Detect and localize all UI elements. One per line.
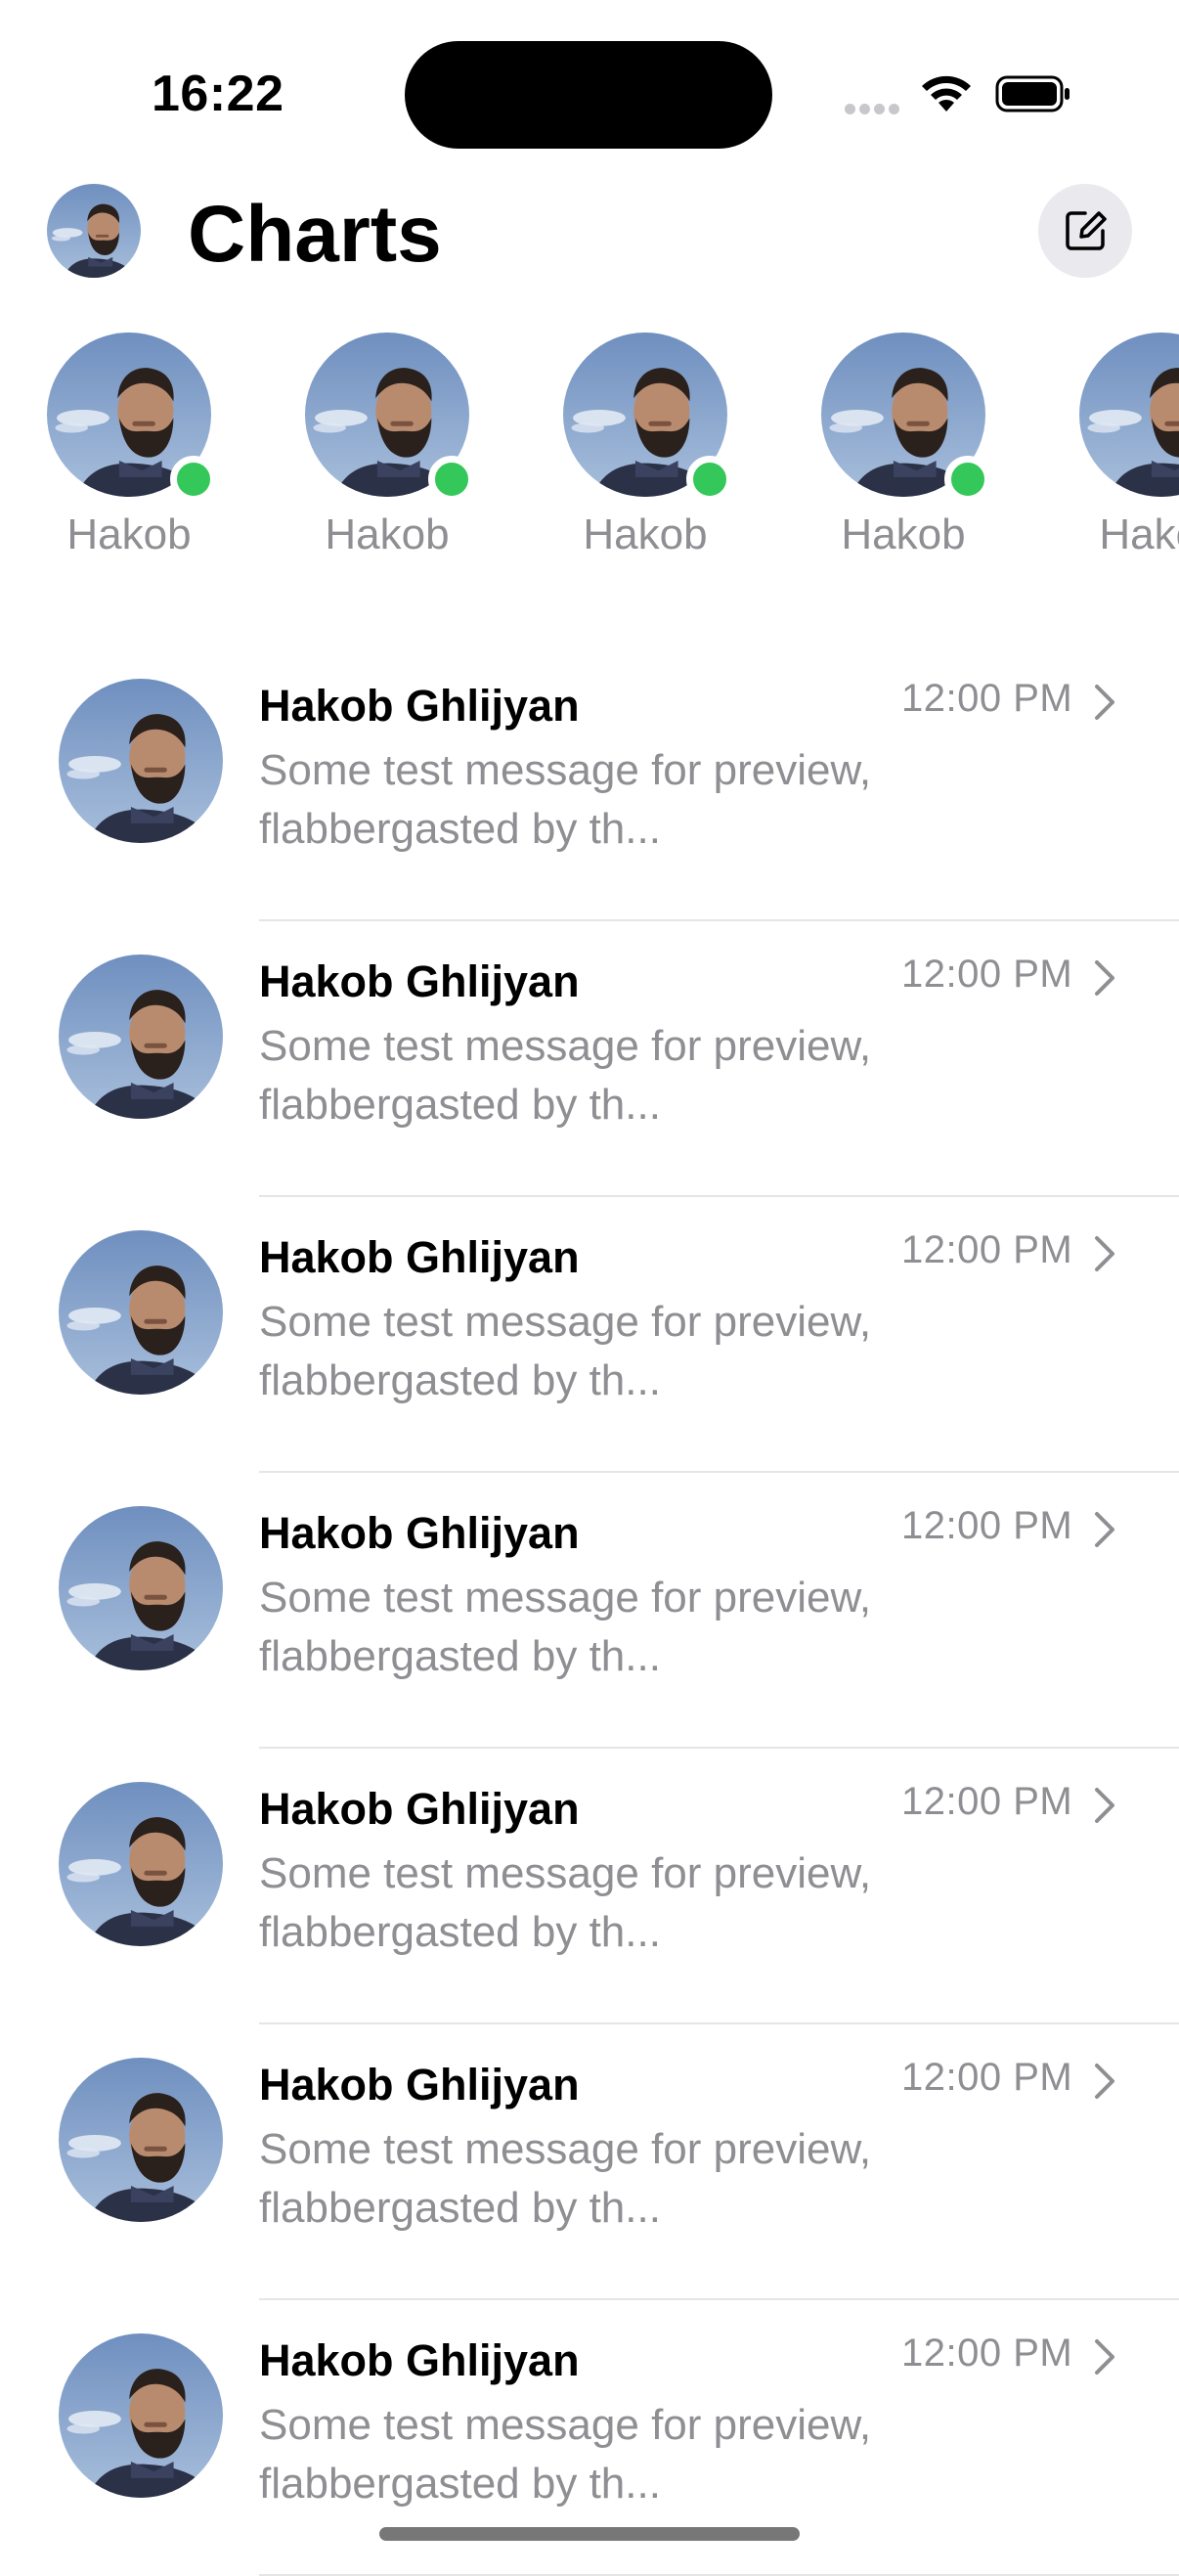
- chat-time: 12:00 PM: [901, 2332, 1073, 2375]
- chat-time: 12:00 PM: [901, 2056, 1073, 2099]
- cellular-signal-icon: [845, 102, 903, 119]
- dynamic-island: [405, 41, 772, 149]
- online-indicator: [686, 456, 733, 503]
- chevron-right-icon: [1095, 1236, 1114, 1271]
- chat-preview: Some test message for preview, flabberga…: [259, 1298, 872, 1404]
- story-name: Hakob: [66, 511, 192, 558]
- story-name: Hakob: [583, 511, 708, 558]
- avatar: [59, 2058, 223, 2222]
- status-bar: 16:22: [0, 0, 1179, 166]
- chevron-right-icon: [1095, 685, 1114, 720]
- chevron-right-icon: [1095, 1788, 1114, 1823]
- chat-time: 12:00 PM: [901, 1228, 1073, 1271]
- chat-name: Hakob Ghlijyan: [259, 1784, 580, 1834]
- avatar: [59, 1230, 223, 1395]
- story-name: Hakob: [1099, 511, 1179, 558]
- chevron-right-icon: [1095, 960, 1114, 996]
- chat-name: Hakob Ghlijyan: [259, 1232, 580, 1282]
- chat-list: Hakob Ghlijyan Some test message for pre…: [0, 645, 1179, 2576]
- chat-name: Hakob Ghlijyan: [259, 681, 580, 731]
- story-name: Hakob: [841, 511, 966, 558]
- chat-time: 12:00 PM: [901, 953, 1073, 996]
- square-and-pencil-icon: [1066, 211, 1107, 250]
- chat-preview: Some test message for preview, flabberga…: [259, 1022, 872, 1129]
- chat-row[interactable]: Hakob Ghlijyan Some test message for pre…: [0, 2024, 1179, 2300]
- chat-preview: Some test message for preview, flabberga…: [259, 1574, 872, 1680]
- chat-row[interactable]: Hakob Ghlijyan Some test message for pre…: [0, 921, 1179, 1197]
- navigation-header: Charts: [0, 176, 1179, 293]
- chat-time: 12:00 PM: [901, 1504, 1073, 1547]
- avatar: [59, 2333, 223, 2498]
- profile-avatar[interactable]: [47, 184, 141, 278]
- avatar: [59, 1782, 223, 1946]
- chat-time: 12:00 PM: [901, 1780, 1073, 1823]
- avatar: [1079, 333, 1179, 497]
- story-name: Hakob: [325, 511, 450, 558]
- chat-name: Hakob Ghlijyan: [259, 1508, 580, 1558]
- chat-time: 12:00 PM: [901, 677, 1073, 720]
- chat-preview: Some test message for preview, flabberga…: [259, 746, 872, 853]
- chat-preview: Some test message for preview, flabberga…: [259, 2401, 872, 2508]
- story-item[interactable]: Hakob: [1078, 333, 1179, 559]
- chat-row[interactable]: Hakob Ghlijyan Some test message for pre…: [0, 645, 1179, 921]
- compose-button[interactable]: [1038, 184, 1132, 278]
- online-indicator: [170, 456, 217, 503]
- wifi-icon: [922, 75, 971, 111]
- chat-name: Hakob Ghlijyan: [259, 2060, 580, 2110]
- online-indicator: [428, 456, 475, 503]
- page-title: Charts: [188, 190, 442, 279]
- stories-strip: Hakob Hakob Hakob Hakob Hakob: [0, 333, 1179, 577]
- chat-row[interactable]: Hakob Ghlijyan Some test message for pre…: [0, 1473, 1179, 1749]
- chevron-right-icon: [1095, 1512, 1114, 1547]
- battery-icon: [995, 75, 1070, 112]
- online-indicator: [944, 456, 991, 503]
- chevron-right-icon: [1095, 2339, 1114, 2375]
- avatar: [59, 679, 223, 843]
- story-item[interactable]: Hakob: [46, 333, 217, 559]
- status-time: 16:22: [152, 66, 284, 122]
- avatar: [59, 955, 223, 1119]
- home-indicator[interactable]: [379, 2527, 800, 2541]
- chat-preview: Some test message for preview, flabberga…: [259, 1849, 872, 1956]
- chat-row[interactable]: Hakob Ghlijyan Some test message for pre…: [0, 1749, 1179, 2024]
- chevron-right-icon: [1095, 2064, 1114, 2099]
- story-item[interactable]: Hakob: [304, 333, 475, 559]
- chat-row[interactable]: Hakob Ghlijyan Some test message for pre…: [0, 1197, 1179, 1473]
- story-item[interactable]: Hakob: [820, 333, 991, 559]
- story-item[interactable]: Hakob: [562, 333, 733, 559]
- chat-preview: Some test message for preview, flabberga…: [259, 2125, 872, 2232]
- avatar: [59, 1506, 223, 1670]
- chat-name: Hakob Ghlijyan: [259, 956, 580, 1006]
- chat-name: Hakob Ghlijyan: [259, 2335, 580, 2385]
